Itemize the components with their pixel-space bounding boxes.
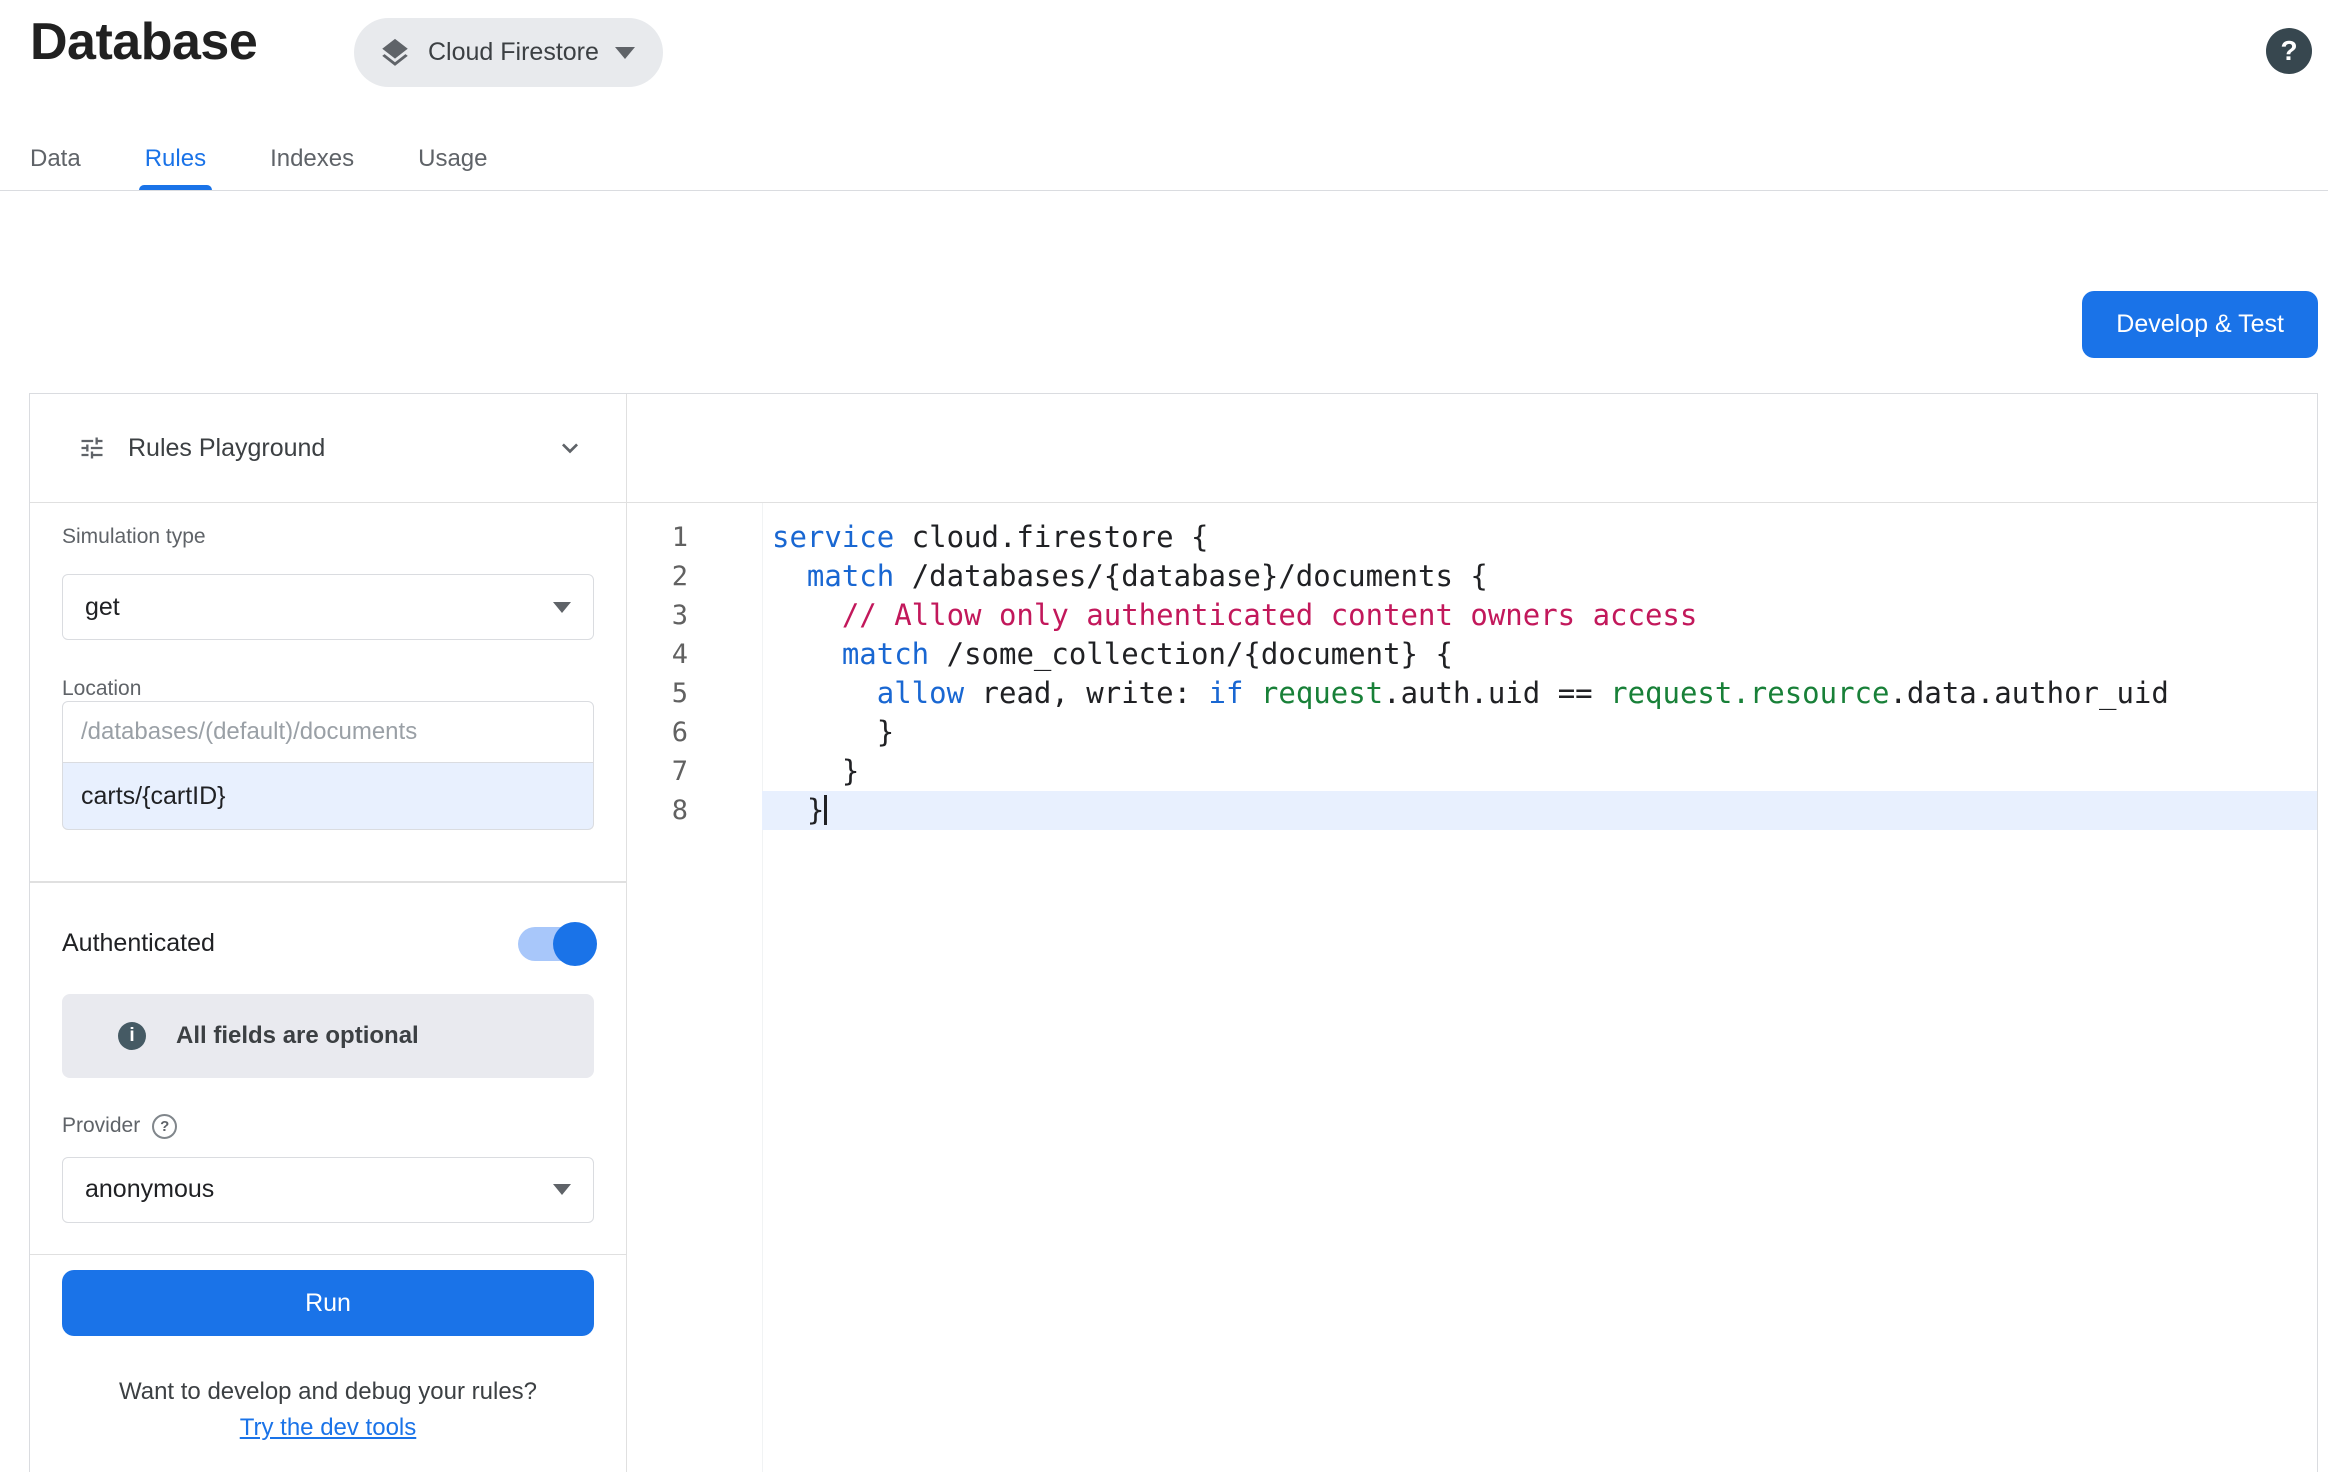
playground-header[interactable]: Rules Playground [30,394,626,503]
simulation-type-select[interactable]: get [62,574,594,640]
page-title: Database [30,12,257,72]
product-selector-label: Cloud Firestore [428,38,599,67]
rules-code-editor: 1service cloud.firestore {2 match /datab… [627,394,2317,1472]
location-value[interactable]: carts/{cartID} [62,763,594,830]
location-placeholder[interactable]: /databases/(default)/documents [62,701,594,763]
code-content: match /databases/{database}/documents { [762,557,2317,596]
editor-toolbar [627,394,2317,503]
code-line-4[interactable]: 4 match /some_collection/{document} { [627,635,2317,674]
tab-rules[interactable]: Rules [145,127,206,190]
code-content: } [762,713,2317,752]
code-line-7[interactable]: 7 } [627,752,2317,791]
tab-indexes[interactable]: Indexes [270,127,354,190]
simulation-type-label: Simulation type [62,525,594,549]
code-content: } [762,752,2317,791]
location-input: /databases/(default)/documents carts/{ca… [62,701,594,830]
authenticated-label: Authenticated [62,929,215,958]
provider-select[interactable]: anonymous [62,1157,594,1223]
info-icon: i [118,1022,146,1050]
line-number: 8 [627,791,762,830]
rules-playground-sidebar: Rules Playground Simulation type get Loc… [30,394,627,1472]
editor-body[interactable]: 1service cloud.firestore {2 match /datab… [627,503,2317,1472]
playground-title: Rules Playground [128,434,325,463]
code-content: match /some_collection/{document} { [762,635,2317,674]
run-button[interactable]: Run [62,1270,594,1336]
firestore-rules-page: Database Cloud Firestore ? Data Rules In… [0,0,2328,1472]
info-banner: i All fields are optional [62,994,594,1078]
help-icon[interactable]: ? [2266,28,2312,74]
chevron-down-icon[interactable] [554,432,586,464]
dev-tools-link-wrap: Try the dev tools [30,1414,626,1442]
tab-usage[interactable]: Usage [418,127,487,190]
code-line-3[interactable]: 3 // Allow only authenticated content ow… [627,596,2317,635]
code-content: // Allow only authenticated content owne… [762,596,2317,635]
arrow-drop-down-icon [553,1184,571,1195]
line-number: 6 [627,713,762,752]
code-lines: 1service cloud.firestore {2 match /datab… [627,503,2317,830]
line-number: 4 [627,635,762,674]
dev-tools-question: Want to develop and debug your rules? [30,1378,626,1406]
location-label: Location [62,677,594,701]
product-selector[interactable]: Cloud Firestore [354,18,663,87]
divider [30,881,626,883]
code-content: service cloud.firestore { [762,518,2317,557]
line-number: 3 [627,596,762,635]
line-number: 1 [627,518,762,557]
code-content: allow read, write: if request.auth.uid =… [762,674,2317,713]
arrow-drop-down-icon [615,47,635,59]
tab-data[interactable]: Data [30,127,81,190]
actions-row: Develop & Test [0,191,2328,394]
authenticated-toggle[interactable] [518,927,594,961]
provider-label: Provider [62,1114,140,1138]
dev-tools-link[interactable]: Try the dev tools [240,1414,417,1441]
text-cursor [824,795,827,825]
code-line-5[interactable]: 5 allow read, write: if request.auth.uid… [627,674,2317,713]
divider [30,1254,626,1256]
develop-and-test-button[interactable]: Develop & Test [2082,291,2318,358]
toggle-knob [553,922,597,966]
authenticated-row: Authenticated [62,927,594,961]
provider-help-icon[interactable]: ? [152,1114,177,1139]
line-number: 7 [627,752,762,791]
info-banner-text: All fields are optional [176,1022,419,1050]
code-line-6[interactable]: 6 } [627,713,2317,752]
header: Database Cloud Firestore ? [0,0,2328,127]
provider-row: Provider ? [62,1114,594,1139]
tune-icon [78,434,106,462]
code-line-2[interactable]: 2 match /databases/{database}/documents … [627,557,2317,596]
simulation-type-value: get [85,593,120,622]
arrow-drop-down-icon [553,602,571,613]
firestore-icon [378,36,412,70]
code-line-1[interactable]: 1service cloud.firestore { [627,518,2317,557]
rules-panel: Rules Playground Simulation type get Loc… [29,393,2318,1472]
line-number: 5 [627,674,762,713]
code-content: } [762,791,2317,830]
line-number: 2 [627,557,762,596]
provider-value: anonymous [85,1175,214,1204]
code-line-8[interactable]: 8 } [627,791,2317,830]
tab-bar: Data Rules Indexes Usage [0,127,2328,191]
